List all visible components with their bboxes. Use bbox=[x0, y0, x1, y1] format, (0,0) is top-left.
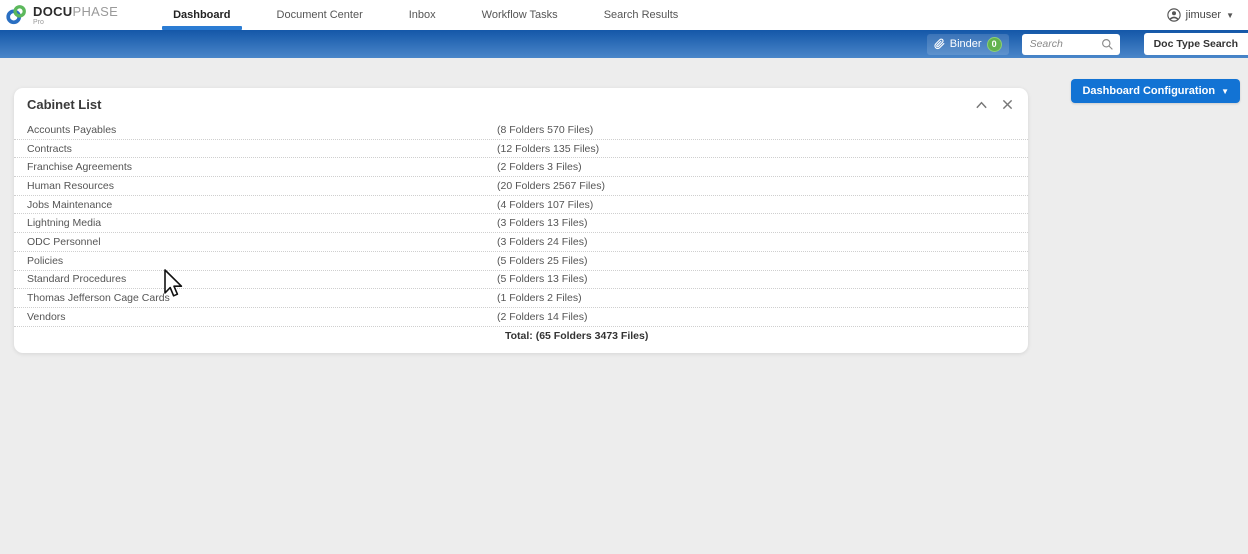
cabinet-row[interactable]: Standard Procedures (5 Folders 13 Files) bbox=[14, 271, 1028, 290]
cabinet-name: ODC Personnel bbox=[14, 236, 497, 248]
binder-count-badge: 0 bbox=[987, 37, 1002, 52]
panel-title: Cabinet List bbox=[27, 97, 101, 112]
cabinet-count: (12 Folders 135 Files) bbox=[497, 143, 599, 155]
cabinet-row[interactable]: ODC Personnel (3 Folders 24 Files) bbox=[14, 233, 1028, 252]
collapse-panel-button[interactable] bbox=[975, 100, 988, 110]
cabinet-name: Standard Procedures bbox=[14, 273, 497, 285]
tab-workflow-tasks[interactable]: Workflow Tasks bbox=[459, 0, 581, 30]
total-label: Total: (65 Folders 3473 Files) bbox=[497, 330, 648, 342]
main-content: Dashboard Configuration ▼ Cabinet List bbox=[0, 58, 1248, 554]
blue-toolbar: Binder 0 Doc Type Search bbox=[0, 30, 1248, 58]
chevron-up-icon bbox=[975, 100, 988, 110]
user-icon bbox=[1167, 8, 1181, 22]
cabinet-name: Lightning Media bbox=[14, 217, 497, 229]
cabinet-count: (3 Folders 24 Files) bbox=[497, 236, 587, 248]
close-panel-button[interactable] bbox=[1002, 99, 1013, 110]
brand-sub-label: Pro bbox=[33, 19, 118, 26]
cabinet-count: (1 Folders 2 Files) bbox=[497, 292, 582, 304]
docuphase-logo-icon bbox=[5, 4, 27, 26]
user-menu[interactable]: jimuser ▼ bbox=[1167, 0, 1248, 30]
cabinet-count: (4 Folders 107 Files) bbox=[497, 199, 593, 211]
toolbar-search bbox=[1022, 34, 1120, 55]
cabinet-row[interactable]: Contracts (12 Folders 135 Files) bbox=[14, 140, 1028, 159]
tab-search-results[interactable]: Search Results bbox=[581, 0, 702, 30]
cabinet-count: (20 Folders 2567 Files) bbox=[497, 180, 605, 192]
tab-inbox[interactable]: Inbox bbox=[386, 0, 459, 30]
config-caret-icon: ▼ bbox=[1221, 87, 1229, 96]
cabinet-count: (8 Folders 570 Files) bbox=[497, 124, 593, 136]
cabinet-list-header: Cabinet List bbox=[14, 88, 1028, 121]
dashboard-configuration-button[interactable]: Dashboard Configuration ▼ bbox=[1071, 79, 1240, 103]
cabinet-row[interactable]: Policies (5 Folders 25 Files) bbox=[14, 252, 1028, 271]
cabinet-row[interactable]: Vendors (2 Folders 14 Files) bbox=[14, 308, 1028, 327]
user-name: jimuser bbox=[1186, 9, 1221, 21]
cabinet-row[interactable]: Human Resources (20 Folders 2567 Files) bbox=[14, 177, 1028, 196]
cabinet-row[interactable]: Accounts Payables (8 Folders 570 Files) bbox=[14, 121, 1028, 140]
brand-name-light: PHASE bbox=[72, 4, 118, 19]
cabinet-list-panel: Cabinet List Accounts Payables (8 Folder… bbox=[14, 88, 1028, 353]
cabinet-count: (2 Folders 3 Files) bbox=[497, 161, 582, 173]
top-nav: DOCUPHASE Pro Dashboard Document Center … bbox=[0, 0, 1248, 30]
tab-document-center[interactable]: Document Center bbox=[254, 0, 386, 30]
doc-type-search-button[interactable]: Doc Type Search bbox=[1144, 33, 1248, 55]
cabinet-row[interactable]: Franchise Agreements (2 Folders 3 Files) bbox=[14, 158, 1028, 177]
brand-name-bold: DOCU bbox=[33, 4, 72, 19]
total-row: Total: (65 Folders 3473 Files) bbox=[14, 327, 1028, 346]
cabinet-count: (5 Folders 13 Files) bbox=[497, 273, 587, 285]
brand-text: DOCUPHASE Pro bbox=[33, 5, 118, 26]
cabinet-name: Accounts Payables bbox=[14, 124, 497, 136]
brand-logo[interactable]: DOCUPHASE Pro bbox=[0, 0, 128, 30]
cabinet-count: (2 Folders 14 Files) bbox=[497, 311, 587, 323]
dashboard-configuration-label: Dashboard Configuration bbox=[1082, 85, 1215, 97]
cabinet-row[interactable]: Thomas Jefferson Cage Cards (1 Folders 2… bbox=[14, 289, 1028, 308]
paperclip-icon bbox=[934, 38, 945, 50]
tab-dashboard[interactable]: Dashboard bbox=[150, 0, 253, 30]
panel-actions bbox=[975, 99, 1013, 110]
cabinet-name: Jobs Maintenance bbox=[14, 199, 497, 211]
cabinet-count: (3 Folders 13 Files) bbox=[497, 217, 587, 229]
binder-label: Binder bbox=[950, 38, 982, 50]
nav-tabs: Dashboard Document Center Inbox Workflow… bbox=[150, 0, 701, 30]
cabinet-row[interactable]: Lightning Media (3 Folders 13 Files) bbox=[14, 214, 1028, 233]
user-caret-icon: ▼ bbox=[1226, 11, 1234, 20]
binder-button[interactable]: Binder 0 bbox=[927, 34, 1009, 55]
cabinet-name: Franchise Agreements bbox=[14, 161, 497, 173]
cabinet-count: (5 Folders 25 Files) bbox=[497, 255, 587, 267]
cabinet-list-rows: Accounts Payables (8 Folders 570 Files) … bbox=[14, 121, 1028, 327]
cabinet-name: Vendors bbox=[14, 311, 497, 323]
cabinet-name: Policies bbox=[14, 255, 497, 267]
cabinet-name: Human Resources bbox=[14, 180, 497, 192]
cabinet-name: Contracts bbox=[14, 143, 497, 155]
search-icon[interactable] bbox=[1101, 38, 1114, 51]
cabinet-name: Thomas Jefferson Cage Cards bbox=[14, 292, 497, 304]
cabinet-row[interactable]: Jobs Maintenance (4 Folders 107 Files) bbox=[14, 196, 1028, 215]
close-icon bbox=[1002, 99, 1013, 110]
